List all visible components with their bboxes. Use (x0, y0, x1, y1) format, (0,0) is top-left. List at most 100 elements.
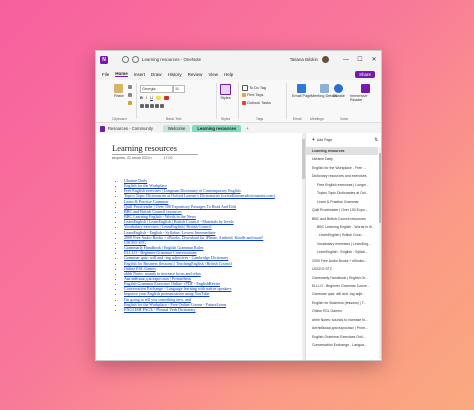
onenote-logo-icon: N (100, 55, 108, 64)
page-list-item[interactable]: Dictionary resources and exercises (306, 172, 378, 180)
indent-icon[interactable] (155, 104, 159, 108)
link-item[interactable]: Topics Topic Dictionaries at Oxford Lear… (124, 193, 275, 198)
immersive-reader-icon (361, 84, 370, 93)
email-page-button[interactable]: Email Page (292, 84, 311, 98)
paste-button[interactable]: Paste (114, 84, 124, 98)
group-label: Voice (340, 117, 349, 121)
copy-icon (128, 93, 132, 97)
paragraph-row (140, 104, 165, 108)
menu-item-draw[interactable]: Draw (151, 72, 162, 77)
flag-icon (242, 101, 246, 105)
onenote-window: N Learning resources - OneNote Tatiana B… (95, 50, 382, 361)
group-label: Basic Text (166, 117, 182, 121)
menu-item-insert[interactable]: Insert (134, 72, 145, 77)
menu-item-file[interactable]: File (102, 72, 109, 77)
bold-button[interactable]: B (140, 95, 143, 100)
brush-icon (128, 101, 132, 105)
paste-icon (114, 84, 124, 93)
page-list-item[interactable]: Ukraine Daily (306, 155, 378, 163)
page-list-item[interactable]: Quill Proofreader | Over 100 Expo... (306, 206, 378, 214)
page-title[interactable]: Learning resources (112, 143, 177, 153)
page-list-item[interactable]: Grammar quiz: will and -ing adje... (306, 290, 378, 298)
page-list-item[interactable]: English for the Workplace - Free ... (306, 164, 378, 172)
page-list-item[interactable]: BBC and British Council resources (306, 215, 378, 223)
align-icon[interactable] (160, 104, 164, 108)
immersive-reader-button[interactable]: Immersive Reader (350, 84, 381, 102)
link-list: Ukraine DailyEnglish for the WorkplaceFr… (114, 178, 275, 312)
close-icon[interactable]: ✕ (367, 56, 381, 63)
font-family-select[interactable]: Georgia (140, 85, 173, 93)
minimize-icon[interactable]: — (339, 57, 353, 63)
menu-item-review[interactable]: Review (188, 72, 203, 77)
menu-item-view[interactable]: View (208, 72, 218, 77)
numbering-icon[interactable] (145, 104, 149, 108)
page-list-scrollbar-thumb[interactable] (379, 153, 381, 223)
title-underline (112, 154, 198, 155)
page-list-item[interactable]: Learning resources (306, 147, 378, 156)
cut-button[interactable] (128, 85, 133, 89)
page-date: вторник, 22 июля 2023 г. (112, 156, 153, 160)
page-list-item[interactable]: USCEO STC (306, 265, 378, 273)
outdent-icon[interactable] (150, 104, 154, 108)
link-item[interactable]: 2000 Free Audio Books + eBooks, Download… (124, 235, 275, 240)
page-time: 17:02 (163, 156, 173, 160)
menu-item-help[interactable]: Help (224, 72, 233, 77)
page-list-item[interactable]: LearnEnglish | British Coun... (306, 231, 378, 239)
tab-learning-resources[interactable]: Learning resources (192, 125, 242, 132)
scissors-icon (128, 85, 132, 89)
underline-button[interactable]: U (150, 95, 153, 100)
styles-button[interactable]: Styles (220, 84, 231, 100)
page-canvas[interactable]: Learning resources вторник, 22 июля 2023… (96, 133, 305, 360)
microphone-icon (334, 84, 344, 93)
group-label: Meetings (310, 117, 324, 121)
page-list-item[interactable]: Grammarly Handbook | English Gr... (306, 274, 378, 282)
copy-button[interactable] (128, 93, 133, 97)
highlight-icon[interactable] (155, 95, 161, 100)
bullets-icon[interactable] (140, 104, 144, 108)
group-label: Clipboard (112, 117, 127, 121)
page-list-item[interactable]: Conversation Exchange - Langua... (306, 341, 378, 349)
page-list-item[interactable]: ahhh Notes: sounds to increase fo... (306, 316, 378, 324)
page-list-item[interactable]: English Grammar Exercises Onli... (306, 333, 378, 341)
page-list-item[interactable]: Learn & Practise Grammar (306, 198, 378, 206)
ribbon: Paste Georgia 11 B I U Styles To Do Tag (96, 80, 381, 123)
page-list-item[interactable]: Free English exercises | Longm... (306, 181, 378, 189)
add-page-button[interactable]: + Add Page (312, 137, 332, 143)
page-list-item[interactable]: English for Business (lessons) | T... (306, 299, 378, 307)
page-list-item[interactable]: BBC Learning English - Words in th... (306, 223, 378, 231)
italic-button[interactable]: I (146, 95, 147, 100)
todo-tag-button[interactable]: To Do Tag (242, 85, 266, 91)
page-meta: вторник, 22 июля 2023 г. 17:02 (112, 156, 183, 160)
font-color-icon[interactable] (163, 95, 169, 100)
sort-icon[interactable]: ⇅ (374, 137, 378, 143)
user-name[interactable]: Tatiana Bilokin (290, 57, 318, 62)
dictate-button[interactable]: Dictate (333, 84, 345, 98)
font-size-select[interactable]: 11 (173, 85, 185, 93)
title-bar: N Learning resources - OneNote Tatiana B… (96, 51, 381, 68)
notebook-selector[interactable]: Resources - Community (100, 125, 153, 132)
share-button[interactable]: Share (354, 70, 375, 78)
format-painter-button[interactable] (128, 101, 133, 105)
maximize-icon[interactable]: ☐ (353, 56, 367, 63)
back-icon[interactable] (122, 56, 129, 63)
add-section-button[interactable]: + (246, 126, 248, 131)
group-label: Email (293, 117, 302, 121)
avatar[interactable] (322, 56, 329, 63)
notebook-icon (100, 125, 105, 132)
menu-item-history[interactable]: History (168, 72, 182, 77)
page-list-item[interactable]: Vocabulary exercises | LearnEng... (306, 240, 378, 248)
outlook-tasks-button[interactable]: Outlook Tasks (242, 101, 271, 105)
page-list-item[interactable]: LearnEnglish - English - Syllab... (306, 248, 378, 256)
page-list-item[interactable]: Online ESL Games (306, 307, 378, 315)
undo-icon[interactable] (132, 56, 139, 63)
find-tags-button[interactable]: Find Tags (242, 93, 263, 97)
page-list-item[interactable]: 2000 Free Audio Books + eBooks... (306, 257, 378, 265)
tab-welcome[interactable]: Welcome (162, 125, 191, 132)
link-item[interactable]: ENGLISH PAGE - Phrasal Verb Dictionary (124, 307, 275, 312)
page-list-item[interactable]: Английская для взрослых | Prom... (306, 324, 378, 332)
page-list-item[interactable]: ELLLO - Beginner Grammar Conve... (306, 282, 378, 290)
window-title: Learning resources - OneNote (142, 57, 202, 62)
checkbox-icon (242, 85, 248, 91)
page-list-item[interactable]: Topics Topic Dictionaries at Oxf... (306, 189, 378, 197)
menu-item-home[interactable]: Home (115, 71, 128, 77)
